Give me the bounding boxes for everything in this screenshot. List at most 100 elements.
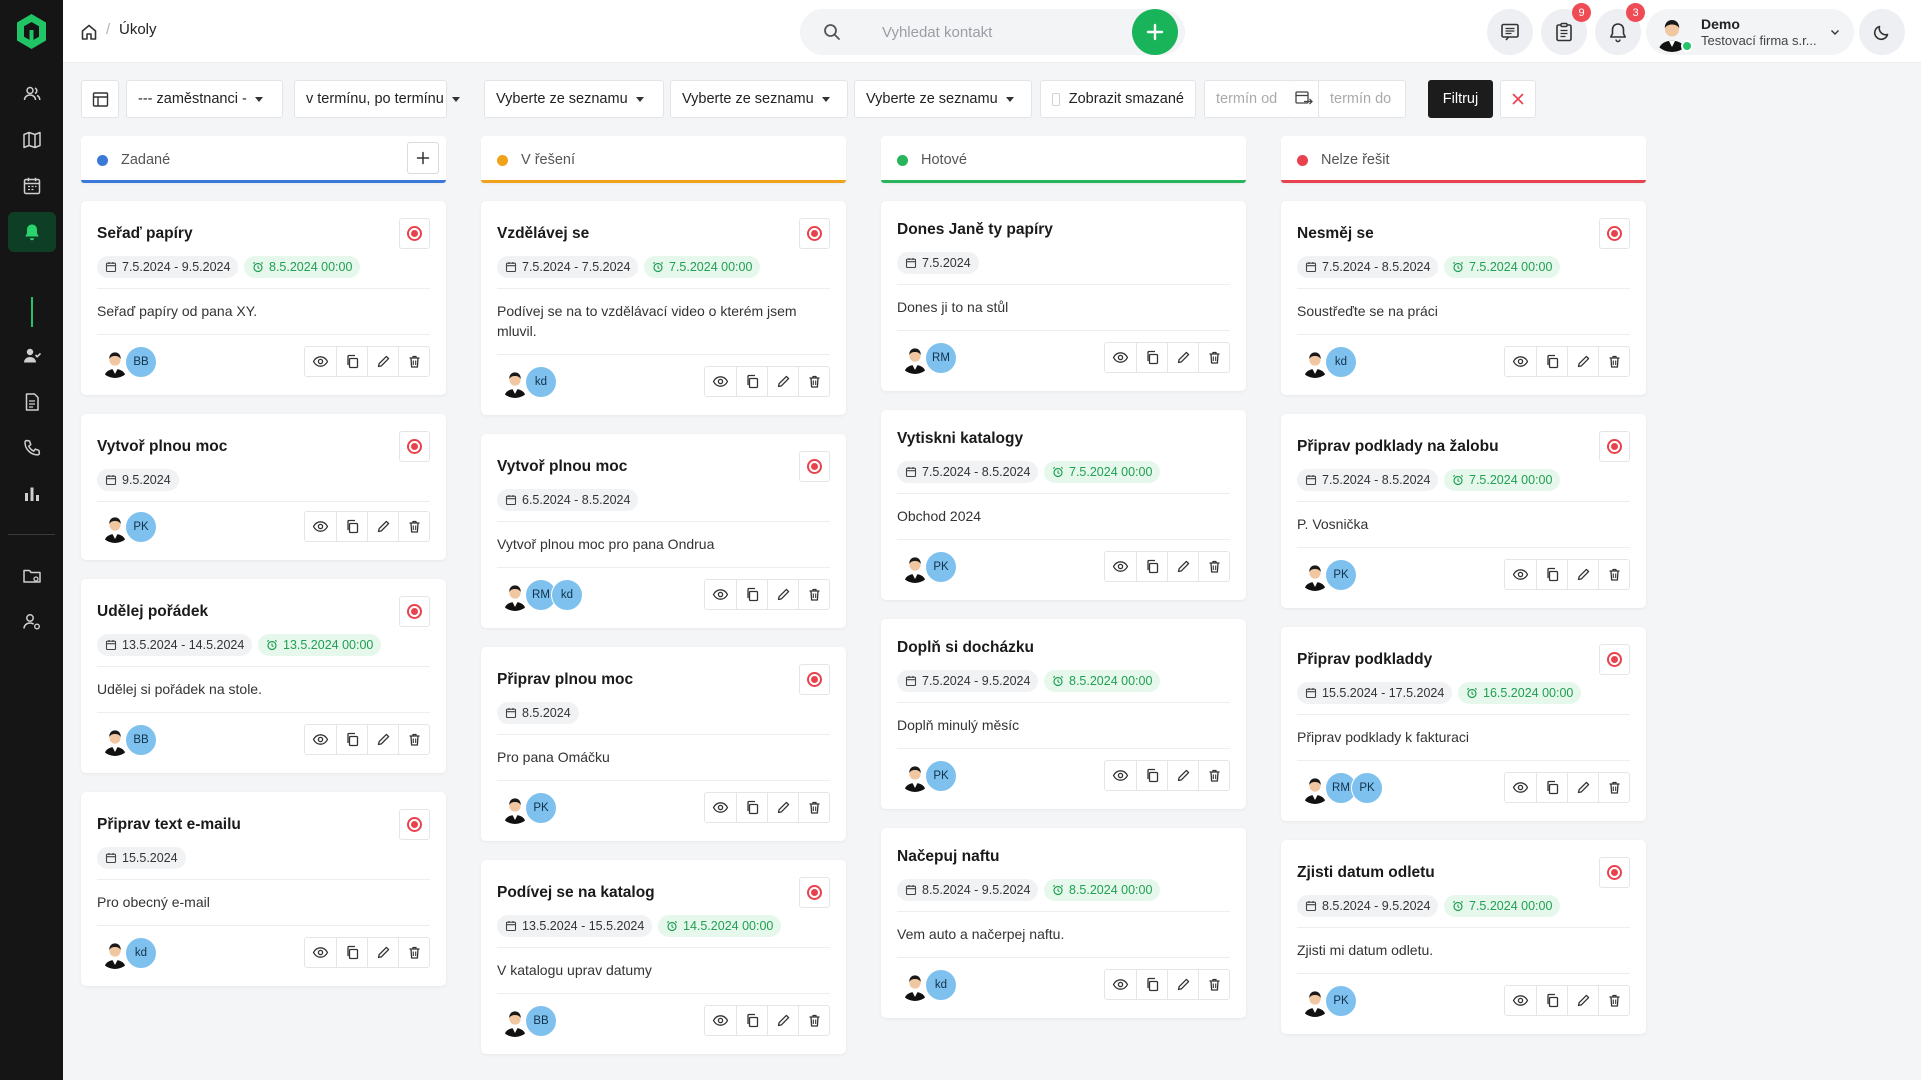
task-title[interactable]: Vytiskni katalogy xyxy=(897,430,1023,448)
edit-button[interactable] xyxy=(767,580,798,609)
edit-button[interactable] xyxy=(1567,347,1598,376)
task-card[interactable]: Vytvoř plnou moc 6.5.2024 - 8.5.2024 Vytvo… xyxy=(481,434,846,628)
task-card[interactable]: Vytvoř plnou moc 9.5.2024 PK xyxy=(81,414,446,560)
task-card[interactable]: Podívej se na katalog 13.5.2024 - 15.5.20… xyxy=(481,860,846,1054)
delete-button[interactable] xyxy=(1198,343,1229,372)
task-card[interactable]: Připrav podkladdy 15.5.2024 - 17.5.2024 16… xyxy=(1281,627,1646,821)
task-title[interactable]: Vytvoř plnou moc xyxy=(97,438,227,456)
copy-button[interactable] xyxy=(1536,560,1567,589)
delete-button[interactable] xyxy=(1598,347,1629,376)
view-button[interactable] xyxy=(305,347,336,376)
copy-button[interactable] xyxy=(736,367,767,396)
task-title[interactable]: Připrav podklady na žalobu xyxy=(1297,438,1499,456)
task-card[interactable]: Načepuj naftu 8.5.2024 - 9.5.2024 8.5.2024… xyxy=(881,828,1246,1018)
edit-button[interactable] xyxy=(1167,761,1198,790)
copy-button[interactable] xyxy=(336,347,367,376)
copy-button[interactable] xyxy=(336,725,367,754)
delete-button[interactable] xyxy=(1198,552,1229,581)
edit-button[interactable] xyxy=(367,347,398,376)
task-title[interactable]: Vzdělávej se xyxy=(497,225,589,243)
delete-button[interactable] xyxy=(398,938,429,967)
task-title[interactable]: Připrav podkladdy xyxy=(1297,651,1432,669)
task-card[interactable]: Připrav plnou moc 8.5.2024 Pro pana Omáčku… xyxy=(481,647,846,841)
task-title[interactable]: Nesměj se xyxy=(1297,225,1374,243)
task-title[interactable]: Připrav text e-mailu xyxy=(97,816,241,834)
view-button[interactable] xyxy=(1505,986,1536,1015)
view-button[interactable] xyxy=(705,367,736,396)
stop-button[interactable] xyxy=(1599,218,1630,249)
stop-button[interactable] xyxy=(1599,857,1630,888)
edit-button[interactable] xyxy=(1567,986,1598,1015)
term-select[interactable]: v termínu, po termínu xyxy=(294,80,460,118)
stop-button[interactable] xyxy=(799,451,830,482)
copy-button[interactable] xyxy=(1536,773,1567,802)
sidebar-item-documents[interactable] xyxy=(8,382,56,422)
sidebar-item-users[interactable] xyxy=(8,336,56,376)
task-title[interactable]: Doplň si docházku xyxy=(897,639,1034,657)
edit-button[interactable] xyxy=(1167,343,1198,372)
view-button[interactable] xyxy=(1105,761,1136,790)
user-menu[interactable]: Demo Testovací firma s.r... xyxy=(1646,9,1854,55)
task-card[interactable]: Vzdělávej se 7.5.2024 - 7.5.2024 7.5.2024 … xyxy=(481,201,846,415)
notes-button[interactable]: 9 xyxy=(1541,3,1591,55)
task-card[interactable]: Nesměj se 7.5.2024 - 8.5.2024 7.5.2024 00:… xyxy=(1281,201,1646,395)
edit-button[interactable] xyxy=(367,938,398,967)
sidebar-item-user-settings[interactable] xyxy=(8,602,56,642)
delete-button[interactable] xyxy=(798,367,829,396)
sidebar-item-tasks[interactable] xyxy=(8,212,56,252)
edit-button[interactable] xyxy=(767,793,798,822)
sidebar-item-folders[interactable] xyxy=(8,556,56,596)
task-card[interactable]: Připrav text e-mailu 15.5.2024 Pro obecný … xyxy=(81,792,446,986)
sidebar-item-statistics[interactable] xyxy=(8,474,56,514)
task-title[interactable]: Zjisti datum odletu xyxy=(1297,864,1435,882)
stop-button[interactable] xyxy=(399,218,430,249)
task-title[interactable]: Připrav plnou moc xyxy=(497,671,633,689)
list-select-3[interactable]: Vyberte ze seznamu xyxy=(854,80,1032,118)
view-button[interactable] xyxy=(305,512,336,541)
sidebar-item-map[interactable] xyxy=(8,120,56,160)
copy-button[interactable] xyxy=(736,793,767,822)
view-button[interactable] xyxy=(1505,773,1536,802)
notifications-button[interactable]: 3 xyxy=(1595,3,1645,55)
edit-button[interactable] xyxy=(367,725,398,754)
copy-button[interactable] xyxy=(336,512,367,541)
edit-button[interactable] xyxy=(367,512,398,541)
add-button[interactable] xyxy=(1132,9,1178,55)
delete-button[interactable] xyxy=(398,347,429,376)
task-title[interactable]: Vytvoř plnou moc xyxy=(497,458,627,476)
copy-button[interactable] xyxy=(1136,343,1167,372)
delete-button[interactable] xyxy=(398,725,429,754)
date-from-input[interactable]: termín od xyxy=(1204,80,1290,118)
task-card[interactable]: Zjisti datum odletu 8.5.2024 - 9.5.2024 7.… xyxy=(1281,840,1646,1034)
task-card[interactable]: Udělej pořádek 13.5.2024 - 14.5.2024 13.5.… xyxy=(81,579,446,773)
copy-button[interactable] xyxy=(1536,986,1567,1015)
task-title[interactable]: Podívej se na katalog xyxy=(497,884,655,902)
list-select-1[interactable]: Vyberte ze seznamu xyxy=(484,80,664,118)
delete-button[interactable] xyxy=(1598,773,1629,802)
app-logo[interactable] xyxy=(15,13,48,50)
edit-button[interactable] xyxy=(1167,970,1198,999)
clear-filter-button[interactable] xyxy=(1500,80,1536,118)
delete-button[interactable] xyxy=(1198,761,1229,790)
delete-button[interactable] xyxy=(1598,560,1629,589)
stop-button[interactable] xyxy=(799,877,830,908)
list-select-2[interactable]: Vyberte ze seznamu xyxy=(670,80,848,118)
task-title[interactable]: Seřaď papíry xyxy=(97,225,193,243)
view-button[interactable] xyxy=(705,793,736,822)
stop-button[interactable] xyxy=(799,664,830,695)
copy-button[interactable] xyxy=(736,580,767,609)
task-title[interactable]: Dones Janě ty papíry xyxy=(897,221,1053,239)
add-task-button[interactable] xyxy=(407,142,439,174)
date-range-button[interactable] xyxy=(1289,80,1319,118)
edit-button[interactable] xyxy=(1167,552,1198,581)
task-title[interactable]: Načepuj naftu xyxy=(897,848,999,866)
edit-button[interactable] xyxy=(767,367,798,396)
theme-toggle[interactable] xyxy=(1859,9,1905,55)
delete-button[interactable] xyxy=(798,580,829,609)
copy-button[interactable] xyxy=(1136,761,1167,790)
view-button[interactable] xyxy=(1105,970,1136,999)
home-icon[interactable] xyxy=(79,22,99,42)
copy-button[interactable] xyxy=(336,938,367,967)
search-input[interactable]: Vyhledat kontakt xyxy=(800,9,1185,55)
edit-button[interactable] xyxy=(1567,560,1598,589)
